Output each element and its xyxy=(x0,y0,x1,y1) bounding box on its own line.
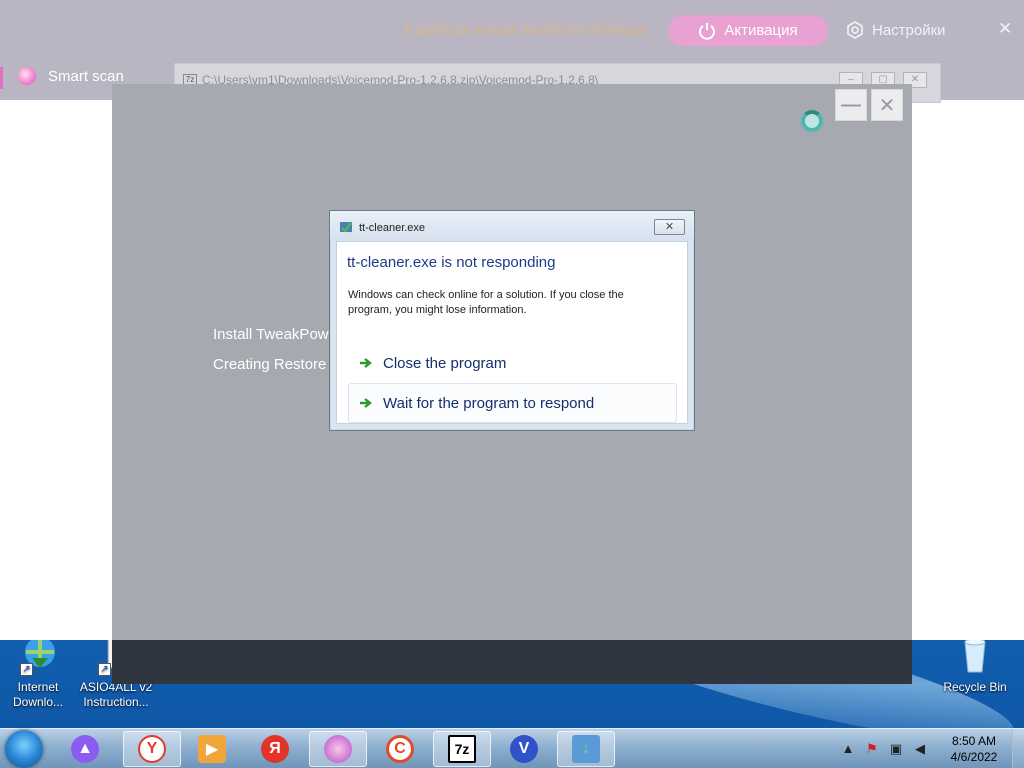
taskbar-app-installer[interactable]: ↓ xyxy=(557,731,615,767)
install-status-line: Install TweakPowe xyxy=(213,326,337,343)
green-arrow-icon xyxy=(360,358,372,368)
gear-icon xyxy=(847,21,863,39)
volume-icon[interactable]: ◀ xyxy=(912,741,928,757)
close-program-label: Close the program xyxy=(383,354,507,372)
nav-accent-bar xyxy=(0,67,3,89)
installer-icon: ↓ xyxy=(572,735,600,763)
close-program-button[interactable]: Close the program xyxy=(348,343,677,383)
taskbar-app-voicemod[interactable]: V xyxy=(495,731,553,767)
not-responding-dialog: tt-cleaner.exe ✕ tt-cleaner.exe is not r… xyxy=(329,210,695,431)
ccleaner-icon: C xyxy=(386,735,414,763)
loading-spinner-icon xyxy=(801,110,823,132)
settings-label: Настройки xyxy=(872,21,946,39)
taskbar-app-yandex[interactable]: Я xyxy=(246,731,304,767)
close-icon[interactable]: ✕ xyxy=(998,19,1012,39)
desktop-icon-internet-download[interactable]: ↗ Internet Downlo... xyxy=(0,634,76,710)
recycle-bin-icon xyxy=(955,634,995,674)
dialog-description: Windows can check online for a solution.… xyxy=(348,289,624,316)
smart-scan-icon xyxy=(18,67,36,85)
action-center-flag-icon[interactable]: ⚑ xyxy=(864,741,880,757)
clock[interactable]: 8:50 AM 4/6/2022 xyxy=(946,733,1002,765)
green-arrow-icon xyxy=(360,398,372,408)
yandex-browser-icon: Y xyxy=(138,735,166,763)
yandex-icon: Я xyxy=(261,735,289,763)
minimize-button[interactable]: — xyxy=(835,89,867,121)
taskbar: ▲ Y ▶ Я C 7z V ↓ ▲ ⚑ ▣ ◀ 8:50 AM 4/6/202… xyxy=(0,728,1024,768)
desktop-icon-label: Recycle Bin xyxy=(943,680,1007,694)
taskbar-app-yandex-browser[interactable]: Y xyxy=(123,731,181,767)
activate-button[interactable]: Активация xyxy=(668,15,828,46)
voicemod-icon: V xyxy=(510,735,538,763)
restore-status-line: Creating Restore I xyxy=(213,356,335,373)
show-hidden-icons-icon[interactable]: ▲ xyxy=(840,741,856,757)
nav-item-label: Smart scan xyxy=(48,67,124,85)
start-button[interactable] xyxy=(5,730,43,768)
desktop-icon-recycle-bin[interactable]: Recycle Bin xyxy=(937,634,1013,695)
idm-icon: ↗ xyxy=(18,634,58,676)
power-icon xyxy=(699,22,716,40)
clock-time: 8:50 AM xyxy=(951,734,997,748)
trial-notice: 6 дней до конца пробного периода xyxy=(404,21,647,38)
video-player-icon: ▶ xyxy=(198,735,226,763)
alice-icon: ▲ xyxy=(71,735,99,763)
taskbar-app-tweakpower[interactable] xyxy=(309,731,367,767)
activate-label: Активация xyxy=(724,22,798,39)
show-desktop-button[interactable] xyxy=(1012,729,1024,768)
wait-for-program-button[interactable]: Wait for the program to respond xyxy=(348,383,677,423)
nav-item-smart-scan[interactable]: Smart scan xyxy=(18,67,124,85)
system-tray: ▲ ⚑ ▣ ◀ xyxy=(840,735,928,763)
desktop-icon-label: ASIO4ALL v2 Instruction... xyxy=(79,680,153,709)
shortcut-arrow-icon: ↗ xyxy=(98,663,111,676)
network-icon[interactable]: ▣ xyxy=(888,741,904,757)
taskbar-app-alice[interactable]: ▲ xyxy=(56,731,114,767)
7zip-icon: 7z xyxy=(448,735,476,763)
settings-button[interactable]: Настройки xyxy=(846,21,946,39)
close-button[interactable]: ✕ xyxy=(871,89,903,121)
app-icon xyxy=(340,222,352,233)
dialog-body: tt-cleaner.exe is not responding Windows… xyxy=(336,241,688,424)
desktop-icon-label: Internet Downlo... xyxy=(12,680,64,709)
shortcut-arrow-icon: ↗ xyxy=(20,663,33,676)
dialog-title: tt-cleaner.exe xyxy=(359,222,426,234)
wait-program-label: Wait for the program to respond xyxy=(383,394,595,412)
clock-date: 4/6/2022 xyxy=(950,750,998,764)
taskbar-app-ccleaner[interactable]: C xyxy=(371,731,429,767)
tweakpower-icon xyxy=(324,735,352,763)
dialog-titlebar: tt-cleaner.exe ✕ xyxy=(330,211,694,241)
taskbar-app-7zip[interactable]: 7z xyxy=(433,731,491,767)
taskbar-app-video-player[interactable]: ▶ xyxy=(183,731,241,767)
dialog-heading: tt-cleaner.exe is not responding xyxy=(347,254,556,271)
installer-footer xyxy=(112,640,912,684)
close-button[interactable]: ✕ xyxy=(654,219,685,235)
